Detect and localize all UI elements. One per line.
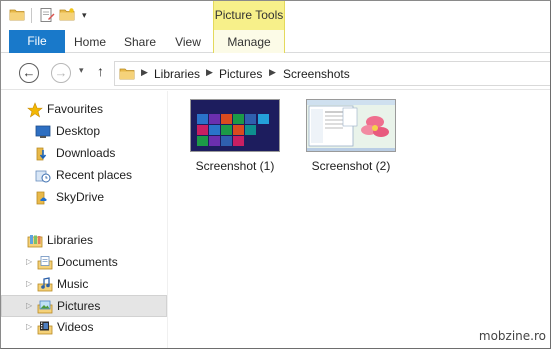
tree-label-downloads: Downloads (56, 146, 116, 160)
skydrive-folder-icon (36, 191, 47, 205)
tree-label-pictures: Pictures (57, 299, 101, 313)
file-list: Screenshot (1) Screenshot (2) (168, 91, 550, 348)
tree-label-documents: Documents (57, 255, 118, 269)
tree-label-videos: Videos (57, 320, 94, 334)
folder-icon (119, 68, 135, 80)
navigation-pane: Favourites Desktop Downloads Recent plac… (1, 91, 167, 348)
documents-library-icon (37, 256, 53, 270)
windows-start-screen-thumbnail (190, 99, 280, 152)
breadcrumb-screenshots[interactable]: Screenshots (283, 67, 350, 81)
expand-arrow-icon[interactable]: ▷ (26, 279, 32, 288)
address-bar[interactable]: ▶ Libraries ▶ Pictures ▶ Screenshots (114, 61, 550, 86)
explorer-window: ▾ Picture Tools File Home Share View Man… (0, 0, 551, 349)
tree-favourites[interactable]: Favourites (1, 99, 167, 121)
up-arrow-icon[interactable]: ↑ (97, 63, 104, 79)
tree-label-music: Music (57, 277, 89, 291)
tree-item-recent-places[interactable]: Recent places (1, 165, 167, 187)
expand-arrow-icon[interactable]: ▷ (26, 301, 32, 310)
videos-library-icon (37, 321, 53, 335)
tree-label-desktop: Desktop (56, 124, 101, 138)
tree-item-videos[interactable]: ▷ Videos (1, 317, 167, 339)
forward-arrow-icon: → (54, 65, 68, 80)
context-tab-label: Picture Tools (214, 8, 284, 22)
tree-libraries[interactable]: Libraries (1, 230, 167, 252)
breadcrumb-separator-icon[interactable]: ▶ (141, 67, 148, 78)
tree-item-documents[interactable]: ▷ Documents (1, 252, 167, 274)
tab-share[interactable]: Share (115, 30, 165, 53)
libraries-icon (27, 235, 43, 248)
expand-arrow-icon[interactable]: ▷ (26, 257, 32, 266)
tab-manage[interactable]: Manage (213, 30, 285, 53)
file-item[interactable]: Screenshot (2) (306, 99, 406, 181)
breadcrumb-separator-icon[interactable]: ▶ (269, 67, 276, 78)
navigation-bar: ← → ▾ ↑ ▶ Libraries ▶ Pictures ▶ Screens… (1, 54, 550, 90)
tree-item-skydrive[interactable]: SkyDrive (1, 187, 167, 209)
tree-label-recent-places: Recent places (56, 168, 133, 182)
customize-dropdown-icon[interactable]: ▾ (82, 10, 87, 21)
tab-home[interactable]: Home (65, 30, 115, 53)
desktop-icon (35, 125, 51, 138)
tree-label-favourites: Favourites (47, 102, 104, 116)
tree-item-desktop[interactable]: Desktop (1, 121, 167, 143)
properties-icon[interactable] (39, 7, 55, 23)
breadcrumb-libraries[interactable]: Libraries (154, 67, 200, 81)
star-icon (27, 102, 43, 118)
picture-tools-context-label: Picture Tools (213, 1, 285, 30)
recent-places-icon (35, 170, 51, 183)
downloads-folder-icon (36, 147, 47, 161)
tree-item-downloads[interactable]: Downloads (1, 143, 167, 165)
file-name: Screenshot (1) (195, 159, 275, 173)
tree-label-libraries: Libraries (47, 233, 94, 247)
watermark-text: mobzine.ro (478, 329, 546, 343)
tab-file[interactable]: File (9, 30, 65, 53)
file-item[interactable]: Screenshot (1) (190, 99, 290, 181)
forward-button[interactable]: → (51, 63, 71, 83)
expand-arrow-icon[interactable]: ▷ (26, 322, 32, 331)
music-library-icon (37, 277, 53, 292)
desktop-with-flower-thumbnail (306, 99, 396, 152)
tree-item-music[interactable]: ▷ Music (1, 274, 167, 296)
breadcrumb-pictures[interactable]: Pictures (219, 67, 262, 81)
file-name: Screenshot (2) (311, 159, 391, 173)
tab-view[interactable]: View (165, 30, 211, 53)
quick-access-separator (31, 8, 32, 23)
recent-locations-dropdown-icon[interactable]: ▾ (79, 65, 84, 76)
tree-item-pictures[interactable]: ▷ Pictures (1, 295, 167, 317)
back-arrow-icon: ← (22, 65, 36, 80)
back-button[interactable]: ← (19, 63, 39, 83)
pictures-library-icon (37, 300, 53, 314)
tree-label-skydrive: SkyDrive (56, 190, 105, 204)
ribbon-tabs: File Home Share View Manage (1, 30, 550, 53)
folder-icon[interactable] (9, 7, 25, 23)
breadcrumb-separator-icon[interactable]: ▶ (206, 67, 213, 78)
title-bar: ▾ Picture Tools (1, 1, 550, 30)
new-folder-icon[interactable] (59, 7, 75, 23)
